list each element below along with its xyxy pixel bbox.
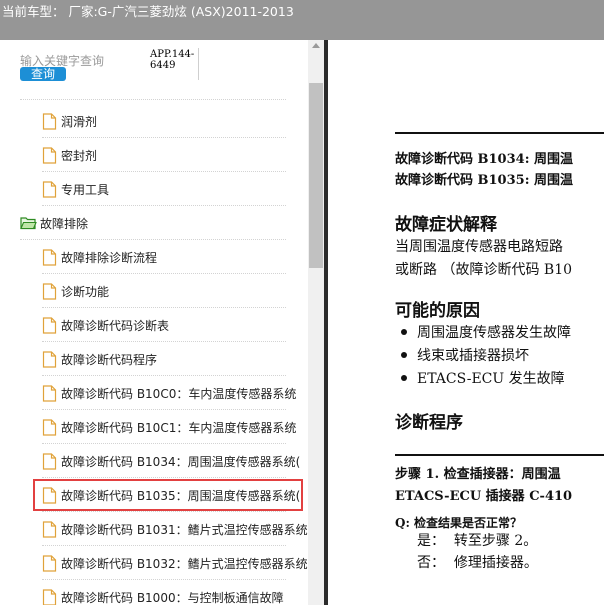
app-code: APP.144- 6449 <box>150 49 195 71</box>
separator <box>198 48 199 80</box>
document-icon <box>42 452 57 470</box>
tree-item[interactable]: 润滑剂 <box>42 104 286 138</box>
document-icon <box>42 282 57 300</box>
tree-item-label: 密封剂 <box>61 148 98 163</box>
tree-item-label: 故障诊断代码诊断表 <box>61 318 170 333</box>
selected-item-highlight <box>33 479 303 511</box>
cause-item: 周围温度传感器发生故障 <box>395 322 571 342</box>
tree-item[interactable]: 密封剂 <box>42 138 286 172</box>
tree-item-label: 润滑剂 <box>61 114 98 129</box>
folder-open-icon <box>20 216 37 230</box>
document-icon <box>42 520 57 538</box>
tree-item-label: 故障诊断代码 B1031：鳍片式温控传感器系统 <box>61 522 308 537</box>
tree-item-label: 故障诊断代码 B1032：鳍片式温控传感器系统 <box>61 556 308 571</box>
document-icon <box>42 384 57 402</box>
tree-item-label: 故障诊断代码 B1034：周围温度传感器系统( <box>61 454 301 469</box>
step-1-line2: ETACS-ECU 插接器 C-410 <box>395 489 573 504</box>
tree-item[interactable]: 故障诊断代码 B10C1：车内温度传感器系统 <box>42 410 296 444</box>
doc-heading-line1: 故障诊断代码 B1034: 周围温 <box>395 152 574 167</box>
bullet-icon <box>401 329 407 335</box>
doc-heading-line2: 故障诊断代码 B1035: 周围温 <box>395 173 574 188</box>
tree-item[interactable]: 专用工具 <box>42 172 286 206</box>
answer-no: 否： 修理插接器。 <box>417 555 538 571</box>
tree-item-label: 故障诊断代码 B1000：与控制板通信故障 <box>61 590 284 605</box>
tree-item-label: 故障排除诊断流程 <box>61 250 158 265</box>
document-icon <box>42 180 57 198</box>
heading-rule <box>395 132 604 134</box>
tree-item[interactable]: 故障排除 <box>20 206 286 240</box>
answer-yes: 是： 转至步骤 2。 <box>417 533 538 549</box>
top-bar: 当前车型： 厂家:G-广汽三菱劲炫 (ASX)2011-2013 <box>0 0 604 40</box>
document-icon <box>42 418 57 436</box>
section-causes-title: 可能的原因 <box>395 301 480 321</box>
tree-item[interactable]: 故障诊断代码诊断表 <box>42 308 286 342</box>
tree-item-partial[interactable] <box>20 78 286 100</box>
bullet-icon <box>401 375 407 381</box>
section-procedure-title: 诊断程序 <box>395 413 463 433</box>
current-model-title: 当前车型： 厂家:G-广汽三菱劲炫 (ASX)2011-2013 <box>2 4 294 19</box>
tree-scrollbar[interactable] <box>308 40 324 605</box>
tree-item[interactable]: 故障诊断代码程序 <box>42 342 286 376</box>
tree-item[interactable]: 故障诊断代码 B1031：鳍片式温控传感器系统 <box>42 512 308 546</box>
document-icon <box>42 316 57 334</box>
tree-item[interactable]: 故障诊断代码 B1032：鳍片式温控传感器系统 <box>42 546 308 580</box>
tree-item-label: 专用工具 <box>61 182 110 197</box>
tree-item-label: 故障诊断代码 B10C0：车内温度传感器系统 <box>61 386 297 401</box>
tree-item-label: 故障诊断代码程序 <box>61 352 158 367</box>
document-icon <box>42 350 57 368</box>
document-panel: 故障诊断代码 B1034: 周围温 故障诊断代码 B1035: 周围温 故障症状… <box>328 40 604 605</box>
scrollbar-thumb[interactable] <box>309 83 323 268</box>
document-icon <box>42 146 57 164</box>
tree-item[interactable]: 故障诊断代码 B1034：周围温度传感器系统( <box>42 444 300 478</box>
question: Q: 检查结果是否正常？ <box>395 516 523 530</box>
tree-item-label: 诊断功能 <box>61 284 110 299</box>
scroll-up-icon[interactable] <box>312 43 320 48</box>
section-symptom-text-2: 或断路 （故障诊断代码 B10 <box>395 262 573 278</box>
document-icon <box>42 554 57 572</box>
cause-item: 线束或插接器损坏 <box>395 345 529 365</box>
document-icon <box>42 588 57 605</box>
tree-item[interactable]: 故障排除诊断流程 <box>42 240 286 274</box>
tree-item[interactable]: 故障诊断代码 B10C0：车内温度传感器系统 <box>42 376 296 410</box>
section-symptom-text-1: 当周围温度传感器电路短路 <box>395 239 563 255</box>
tree-item-label: 故障排除 <box>40 216 89 231</box>
divider <box>20 99 286 100</box>
tree-item[interactable]: 诊断功能 <box>42 274 286 308</box>
cause-item: ETACS-ECU 发生故障 <box>395 368 565 388</box>
document-icon <box>42 248 57 266</box>
step-1-line1: 步骤 1. 检查插接器：周围温 <box>395 467 561 482</box>
section-symptom-title: 故障症状解释 <box>395 215 497 235</box>
tree-item-label: 故障诊断代码 B10C1：车内温度传感器系统 <box>61 420 297 435</box>
bullet-icon <box>401 352 407 358</box>
tree-item[interactable]: 故障诊断代码 B1000：与控制板通信故障 <box>42 580 286 605</box>
document-icon <box>42 112 57 130</box>
left-panel: 输入关键字查询 查询 APP.144- 6449 润滑剂 密封剂 专用工具 故障排除故… <box>0 40 308 605</box>
step-rule <box>395 454 604 456</box>
